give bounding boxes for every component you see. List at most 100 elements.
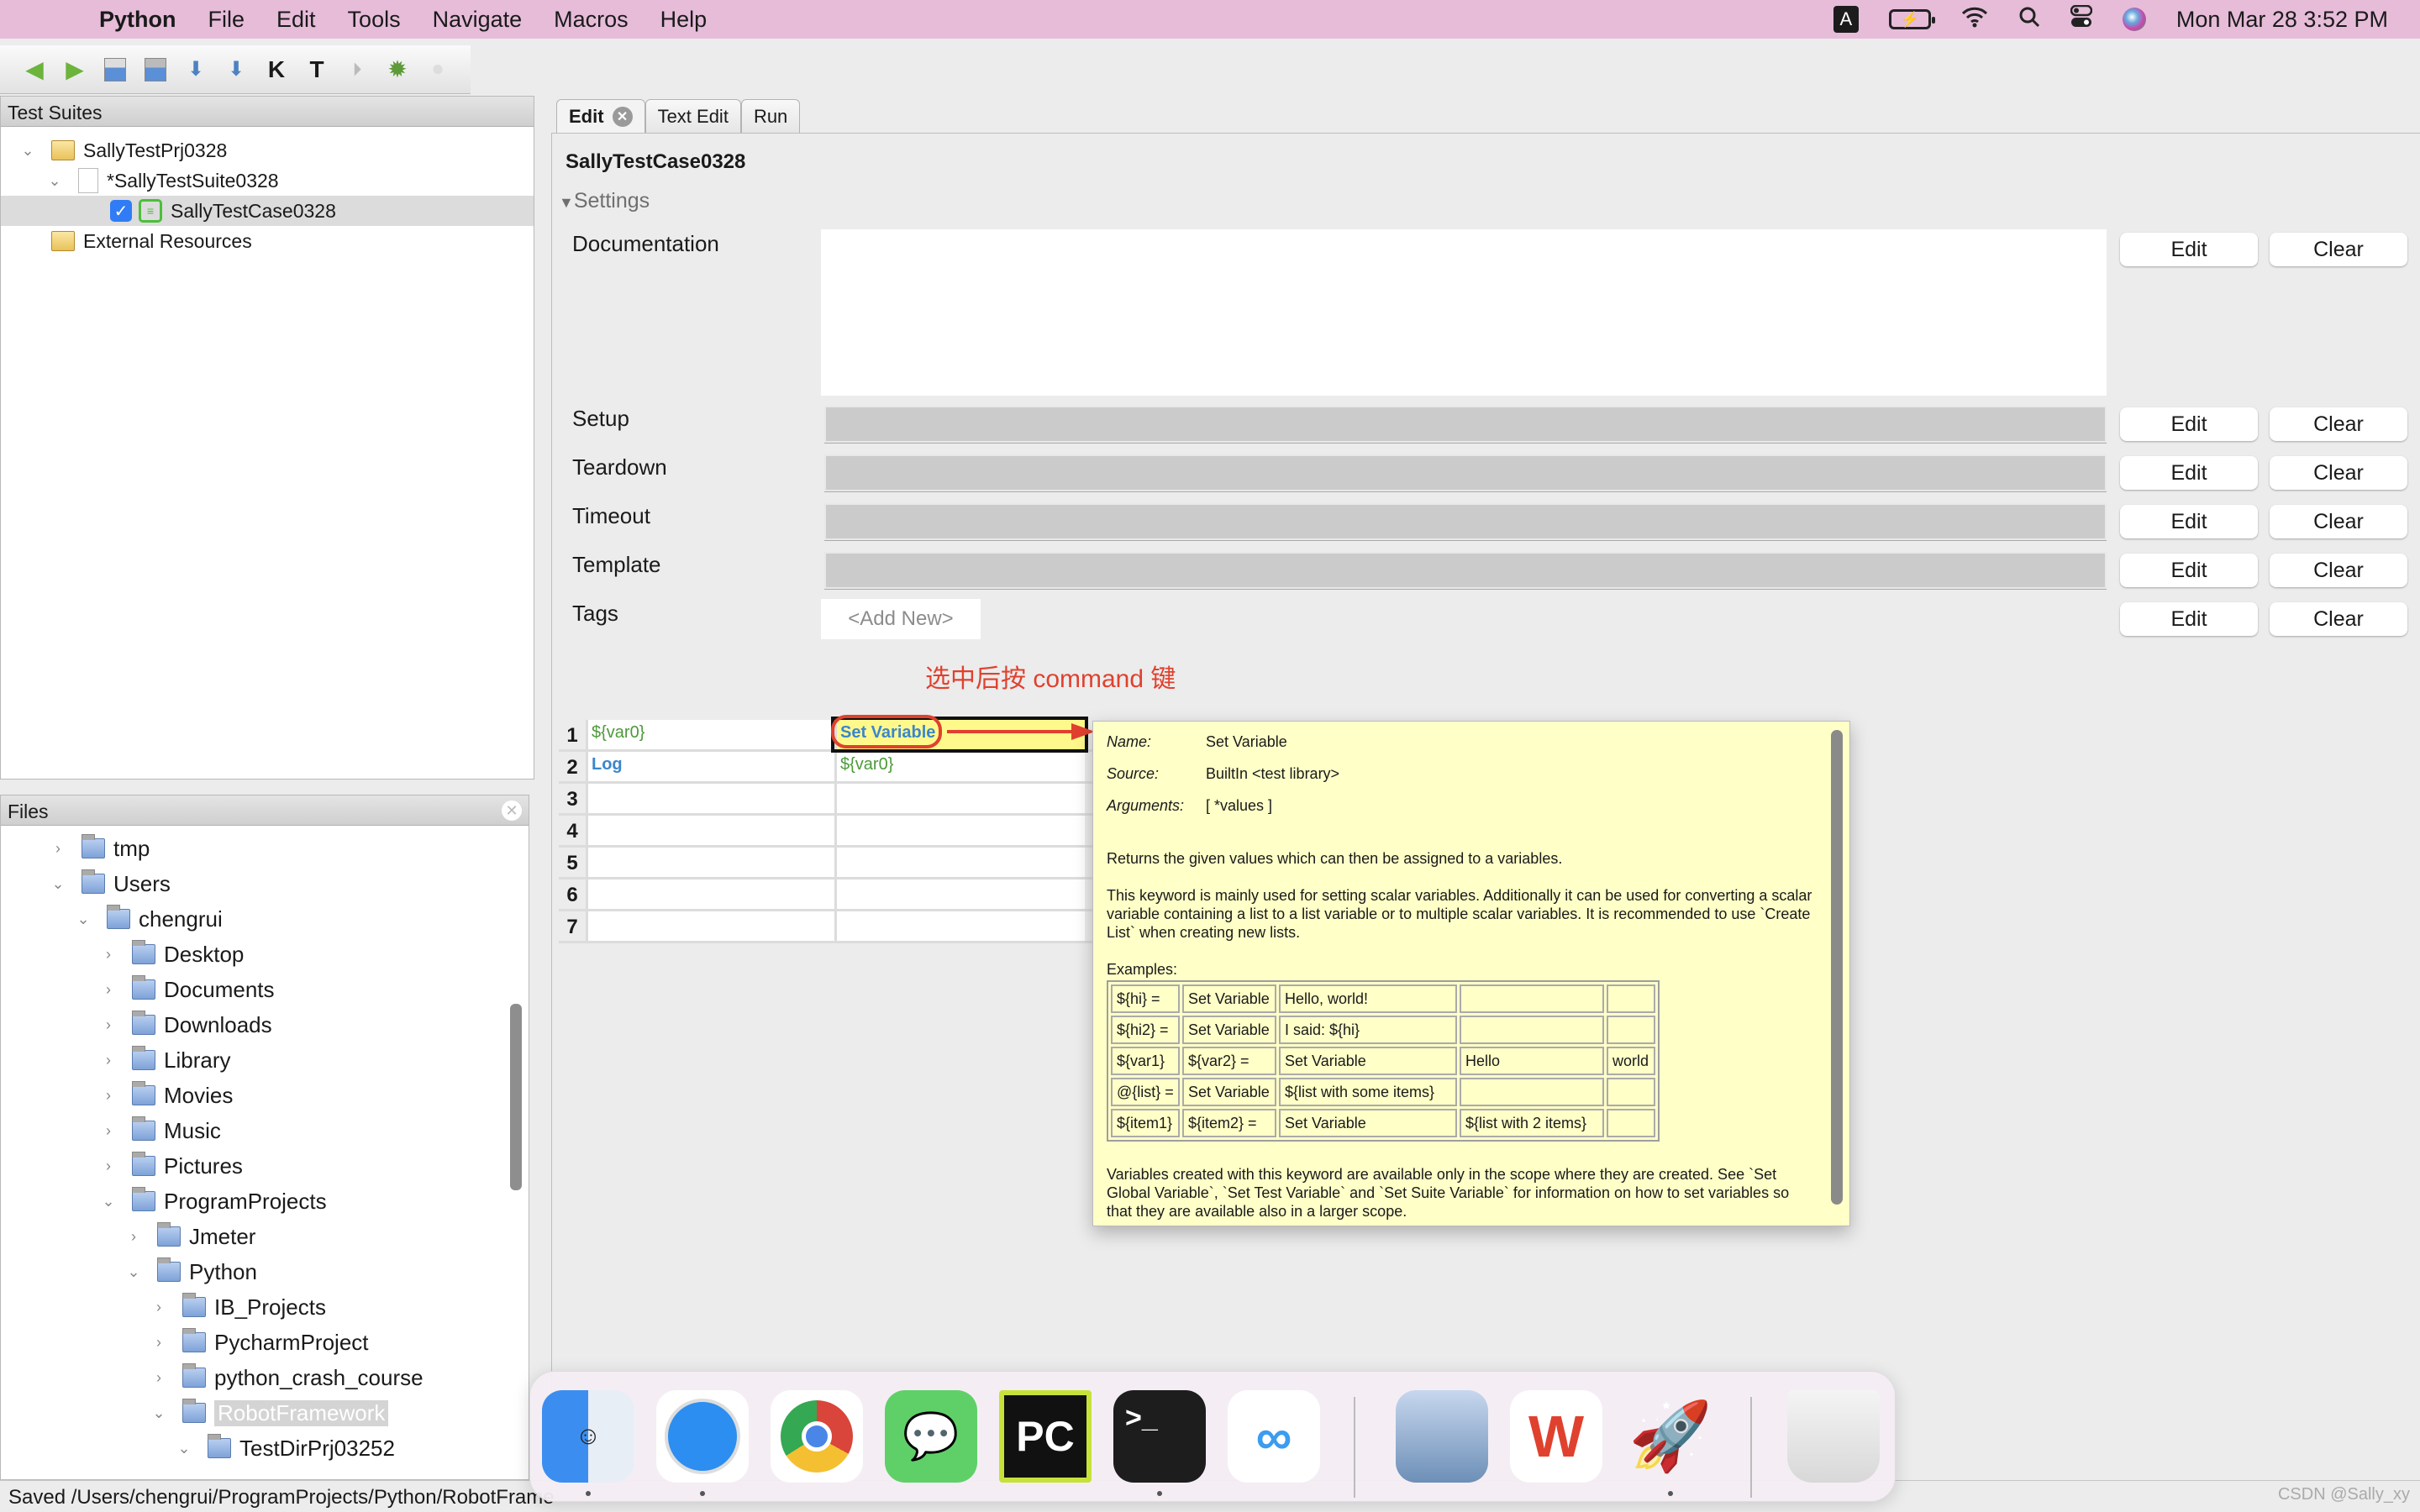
tags-add-new-field[interactable]: <Add New>	[821, 599, 981, 639]
dock-preview-icon[interactable]	[1396, 1390, 1488, 1483]
row-number[interactable]: 4	[559, 816, 586, 845]
row-number[interactable]: 7	[559, 911, 586, 941]
search-keywords-icon[interactable]: K	[262, 55, 291, 84]
chevron-down-icon[interactable]: ⌄	[50, 875, 66, 893]
file-tree-item[interactable]: › PycharmProject	[1, 1325, 529, 1360]
file-tree-item[interactable]: › Music	[1, 1113, 529, 1148]
tags-edit-button[interactable]: Edit	[2120, 602, 2258, 636]
chevron-right-icon[interactable]: ›	[100, 1016, 117, 1034]
chevron-down-icon[interactable]: ⌄	[176, 1440, 192, 1457]
dock-pycharm-icon[interactable]: PC	[999, 1390, 1092, 1483]
teardown-field[interactable]	[824, 454, 2107, 491]
dock-finder-icon[interactable]: ☺	[542, 1390, 634, 1483]
chevron-right-icon[interactable]: ›	[150, 1299, 167, 1316]
file-tree-item[interactable]: › Documents	[1, 972, 529, 1007]
template-field[interactable]	[824, 552, 2107, 589]
grid-cell[interactable]	[834, 816, 1085, 845]
setup-edit-button[interactable]: Edit	[2120, 407, 2258, 441]
save-all-icon[interactable]: ⬇	[222, 55, 250, 84]
file-tree-item[interactable]: › Downloads	[1, 1007, 529, 1042]
run-icon[interactable]: ⏵	[343, 55, 371, 84]
wifi-icon[interactable]	[1961, 6, 1988, 34]
grid-cell[interactable]	[586, 879, 834, 909]
row-number[interactable]: 2	[559, 752, 586, 781]
checkbox-checked-icon[interactable]: ✓	[110, 200, 132, 222]
chevron-right-icon[interactable]: ›	[100, 1087, 117, 1105]
tree-item-test-case[interactable]: ✓ ≡ SallyTestCase0328	[1, 196, 534, 226]
grid-cell[interactable]	[834, 879, 1085, 909]
file-tree-item[interactable]: › Pictures	[1, 1148, 529, 1184]
settings-toggle[interactable]: ▼Settings	[559, 189, 650, 213]
menu-help[interactable]: Help	[660, 7, 708, 33]
documentation-clear-button[interactable]: Clear	[2270, 233, 2407, 266]
siri-icon[interactable]	[2122, 8, 2146, 31]
close-tab-icon[interactable]: ✕	[612, 106, 633, 127]
grid-cell[interactable]: ${var0}	[834, 752, 1085, 781]
menu-file[interactable]: File	[208, 7, 245, 33]
file-tree-item[interactable]: › Movies	[1, 1078, 529, 1113]
chevron-right-icon[interactable]: ›	[100, 981, 117, 999]
grid-cell[interactable]	[834, 784, 1085, 813]
back-icon[interactable]: ◀	[20, 55, 49, 84]
tree-item-project[interactable]: ⌄ SallyTestPrj0328	[1, 135, 534, 165]
debug-bug-icon[interactable]: ✹	[383, 55, 412, 84]
menu-tools[interactable]: Tools	[348, 7, 401, 33]
setup-field[interactable]	[824, 406, 2107, 443]
grid-cell[interactable]	[586, 784, 834, 813]
tree-item-external-resources[interactable]: External Resources	[1, 226, 534, 256]
menu-app-name[interactable]: Python	[99, 7, 176, 33]
grid-cell[interactable]	[586, 816, 834, 845]
documentation-edit-button[interactable]: Edit	[2120, 233, 2258, 266]
grid-cell[interactable]	[586, 848, 834, 877]
menu-navigate[interactable]: Navigate	[433, 7, 523, 33]
chevron-right-icon[interactable]: ›	[150, 1369, 167, 1387]
dock-wechat-icon[interactable]: 💬	[885, 1390, 977, 1483]
dock-python-launcher-icon[interactable]: 🚀	[1624, 1390, 1717, 1483]
dock-terminal-icon[interactable]: >_	[1113, 1390, 1206, 1483]
control-center-icon[interactable]	[2070, 4, 2093, 34]
chevron-down-icon[interactable]: ⌄	[46, 172, 63, 190]
template-clear-button[interactable]: Clear	[2270, 554, 2407, 587]
tags-clear-button[interactable]: Clear	[2270, 602, 2407, 636]
file-tree-item[interactable]: › tmp	[1, 831, 529, 866]
dock-safari-icon[interactable]	[656, 1390, 749, 1483]
search-tests-icon[interactable]: T	[302, 55, 331, 84]
chevron-right-icon[interactable]: ›	[150, 1334, 167, 1352]
chevron-down-icon[interactable]: ⌄	[125, 1263, 142, 1281]
open-directory-icon[interactable]	[141, 55, 170, 84]
row-number[interactable]: 5	[559, 848, 586, 877]
documentation-field[interactable]	[821, 229, 2107, 396]
dock-chrome-icon[interactable]	[771, 1390, 863, 1483]
chevron-right-icon[interactable]: ›	[100, 1052, 117, 1069]
grid-cell[interactable]	[834, 848, 1085, 877]
template-edit-button[interactable]: Edit	[2120, 554, 2258, 587]
row-number[interactable]: 1	[559, 720, 586, 749]
battery-icon[interactable]: ⚡	[1888, 9, 1935, 29]
files-scrollbar[interactable]	[510, 1004, 522, 1190]
file-tree-item[interactable]: › Desktop	[1, 937, 529, 972]
file-tree-item[interactable]: ⌄ RobotFramework	[1, 1395, 529, 1431]
clock[interactable]: Mon Mar 28 3:52 PM	[2176, 7, 2388, 33]
grid-cell[interactable]	[586, 911, 834, 941]
file-tree-item[interactable]: › python_crash_course	[1, 1360, 529, 1395]
tree-item-suite[interactable]: ⌄ *SallyTestSuite0328	[1, 165, 534, 196]
file-tree-item[interactable]: ⌄ TestDirPrj03252	[1, 1431, 529, 1466]
teardown-clear-button[interactable]: Clear	[2270, 456, 2407, 490]
save-icon[interactable]: ⬇	[182, 55, 210, 84]
dock-baidu-netdisk-icon[interactable]: ∞	[1228, 1390, 1320, 1483]
tab-text-edit[interactable]: Text Edit	[644, 99, 741, 133]
chevron-down-icon[interactable]: ⌄	[100, 1193, 117, 1210]
chevron-right-icon[interactable]: ›	[125, 1228, 142, 1246]
file-tree-item[interactable]: › Jmeter	[1, 1219, 529, 1254]
tooltip-scrollbar[interactable]	[1831, 730, 1843, 1205]
chevron-right-icon[interactable]: ›	[100, 1122, 117, 1140]
file-tree-item[interactable]: › Library	[1, 1042, 529, 1078]
close-files-panel-icon[interactable]: ✕	[502, 801, 522, 821]
row-number[interactable]: 6	[559, 879, 586, 909]
grid-cell[interactable]: Log	[586, 752, 834, 781]
dock-trash-icon[interactable]	[1787, 1390, 1880, 1483]
file-tree-item[interactable]: ⌄ Users	[1, 866, 529, 901]
timeout-clear-button[interactable]: Clear	[2270, 505, 2407, 538]
tab-run[interactable]: Run	[740, 99, 801, 133]
timeout-field[interactable]	[824, 503, 2107, 540]
